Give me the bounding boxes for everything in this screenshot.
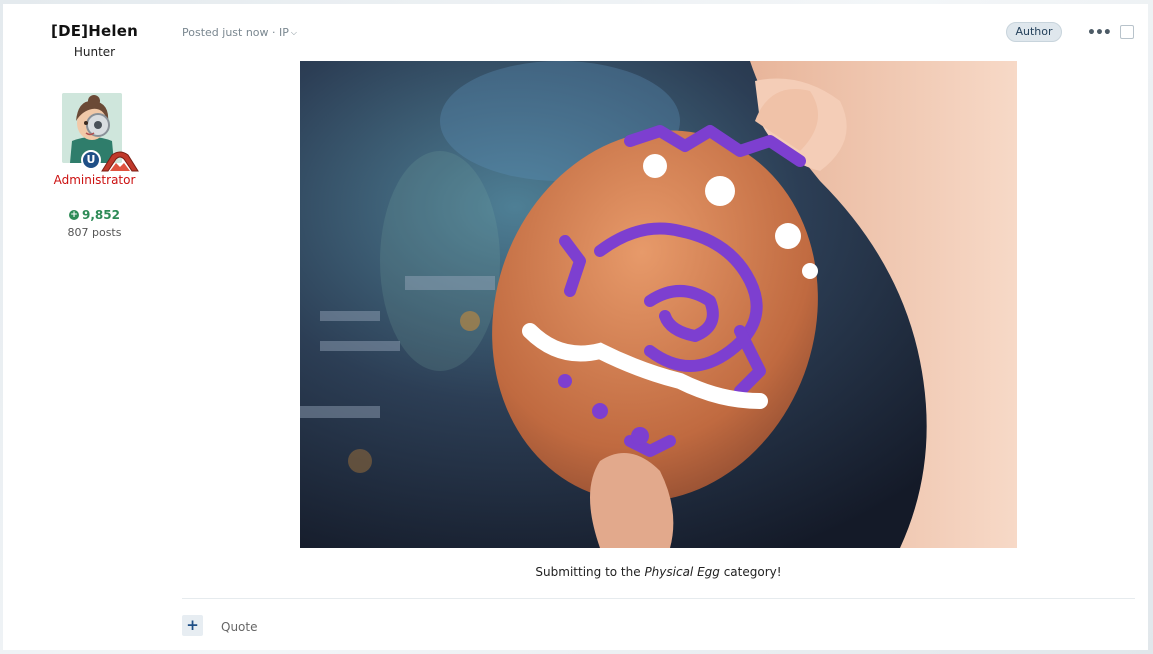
author-badge: Author [1006,22,1062,42]
post-divider [182,598,1135,599]
author-name-link[interactable]: [DE]Helen [3,22,186,40]
post-caption: Submitting to the Physical Egg category! [300,565,1017,579]
warframe-logo-icon [98,149,142,173]
forum-post: [DE]Helen Hunter U Administrator + 9,852… [3,4,1148,650]
quote-button[interactable]: Quote [221,620,257,634]
caption-text-end: category! [719,565,782,579]
post-meta: Posted just now · IP ⌵ [182,26,297,39]
post-image[interactable] [300,61,1017,548]
reputation-count: +9,852 [3,208,186,222]
author-group: Administrator [53,173,136,187]
author-avatar[interactable]: U [62,93,142,173]
author-rank: Hunter [73,45,116,59]
select-post-checkbox[interactable] [1120,25,1134,39]
post-date[interactable]: Posted just now · IP [182,26,289,39]
chevron-down-icon[interactable]: ⌵ [291,28,297,37]
plus-circle-icon: + [69,209,80,220]
ellipsis-icon[interactable]: ••• [1087,25,1112,41]
caption-text-start: Submitting to the [535,565,645,579]
caption-emphasis: Physical Egg [644,565,720,579]
reputation-value: 9,852 [82,208,120,222]
plus-icon[interactable]: + [182,615,203,636]
post-count: 807 posts [67,226,122,239]
